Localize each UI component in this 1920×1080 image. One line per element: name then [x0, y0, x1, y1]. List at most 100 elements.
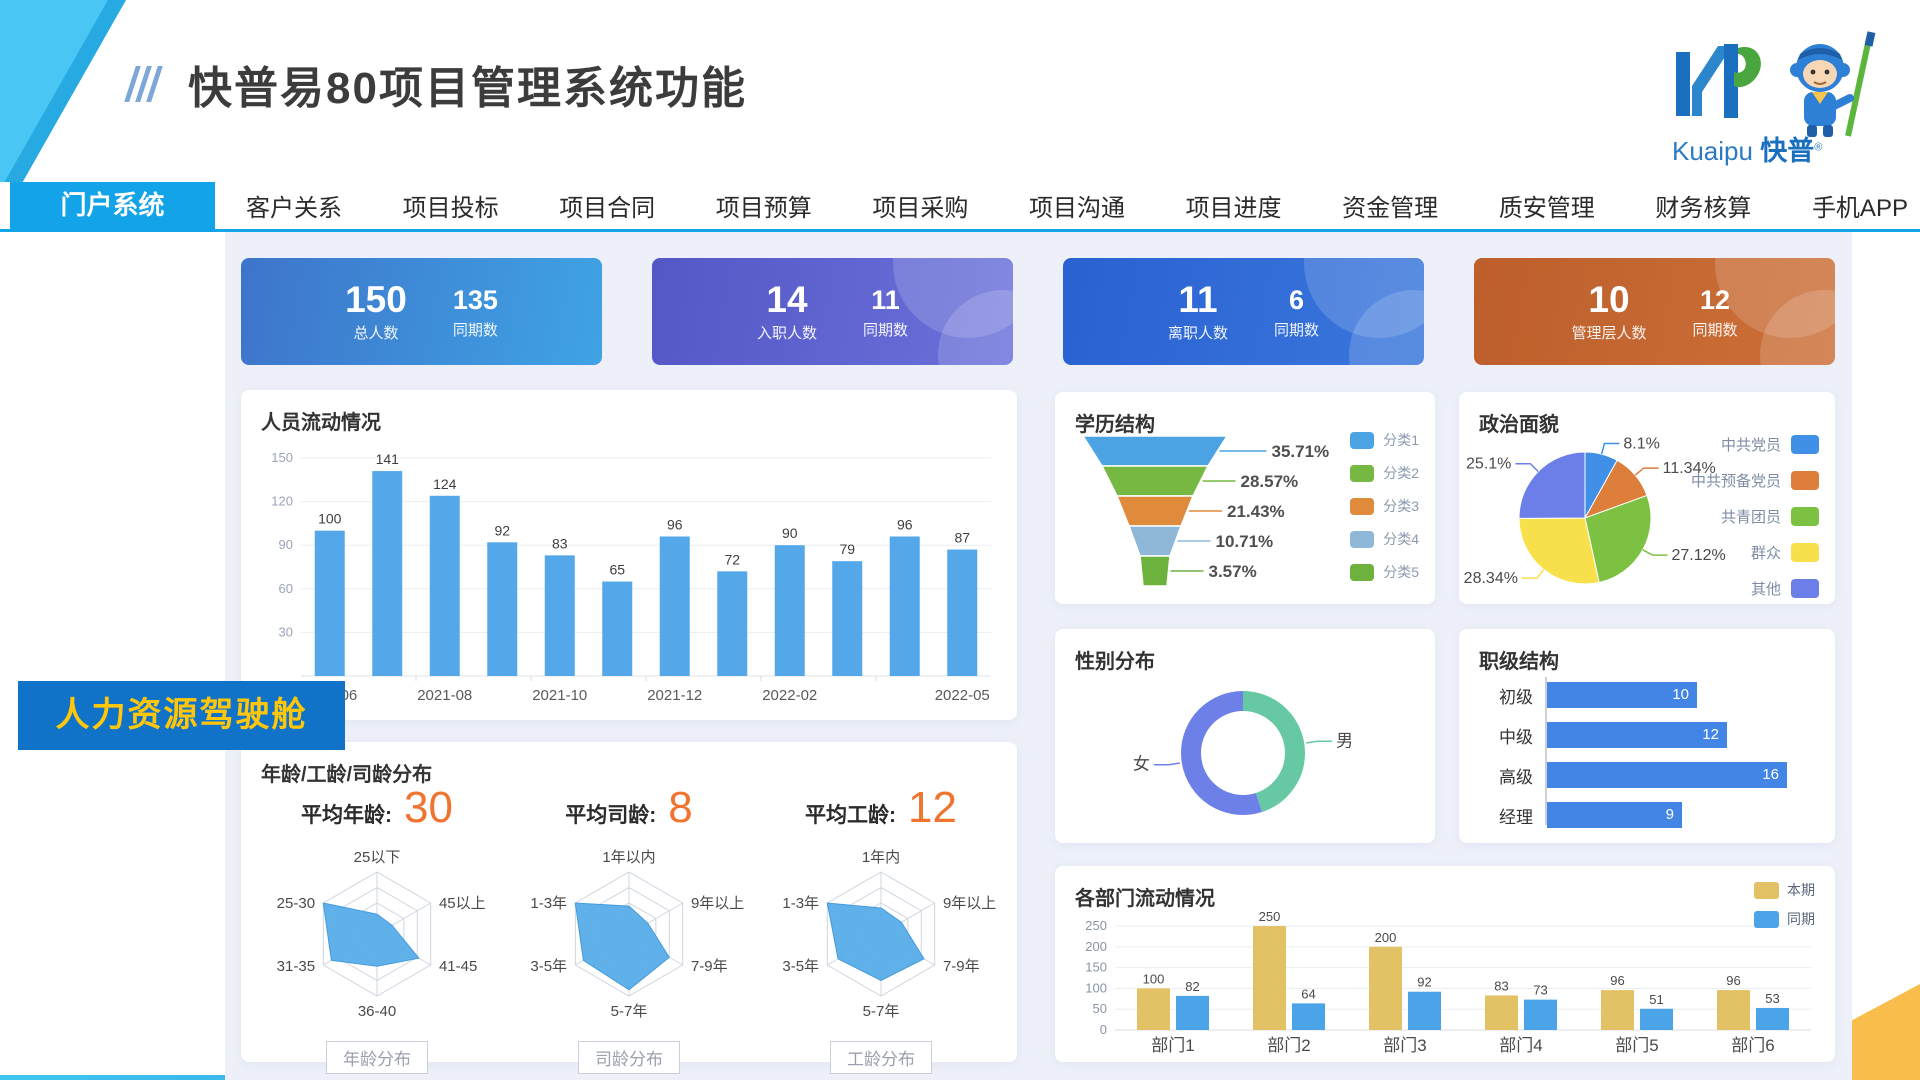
legend-item-其他[interactable]: 其他 [1751, 578, 1819, 599]
svg-text:3-5年: 3-5年 [782, 958, 819, 975]
radar-group: 平均年龄:3025以下45以上41-4536-4031-3525-30年龄分布平… [251, 786, 1007, 1074]
nav-tab-10[interactable]: 财务核算 [1655, 188, 1751, 223]
chart-title: 各部门流动情况 [1055, 866, 1835, 911]
svg-text:96: 96 [897, 516, 913, 532]
kpi-main-value: 150总人数 [345, 280, 407, 343]
legend-item-分类1[interactable]: 分类1 [1350, 430, 1419, 450]
card-politics: 政治面貌 8.1%11.34%27.12%28.34%25.1% 中共党员中共预… [1459, 392, 1835, 604]
kpi-main-value: 10管理层人数 [1571, 280, 1646, 343]
svg-text:部门6: 部门6 [1731, 1036, 1774, 1055]
legend-swatch [1791, 435, 1819, 454]
rank-row-初级: 初级10 [1481, 675, 1811, 715]
nav-tab-7[interactable]: 项目进度 [1186, 188, 1282, 223]
radar-col-2: 平均司龄:81年以内9年以上7-9年5-7年3-5年1-3年司龄分布 [503, 786, 755, 1074]
nav-tab-11[interactable]: 手机APP [1812, 188, 1908, 223]
legend-item-共青团员[interactable]: 共青团员 [1721, 506, 1819, 527]
legend-item-群众[interactable]: 群众 [1751, 542, 1819, 563]
svg-text:124: 124 [433, 476, 457, 492]
svg-text:250: 250 [1085, 918, 1107, 933]
legend-swatch [1791, 507, 1819, 526]
svg-text:25.1%: 25.1% [1466, 456, 1511, 473]
nav-tab-8[interactable]: 资金管理 [1342, 188, 1438, 223]
legend-swatch [1791, 579, 1819, 598]
kpi-card-1: 150总人数135同期数 [241, 258, 602, 365]
svg-text:25以下: 25以下 [354, 849, 401, 866]
nav-tab-4[interactable]: 项目预算 [716, 188, 812, 223]
svg-text:1年以内: 1年以内 [602, 849, 655, 866]
legend-swatch [1791, 543, 1819, 562]
legend-item-中共党员[interactable]: 中共党员 [1721, 434, 1819, 455]
svg-text:0: 0 [1100, 1022, 1107, 1037]
svg-text:21.43%: 21.43% [1227, 502, 1285, 521]
kpi-label: 管理层人数 [1571, 322, 1646, 343]
svg-text:10.71%: 10.71% [1216, 532, 1274, 551]
radar-tag-工龄分布[interactable]: 工龄分布 [830, 1041, 932, 1074]
kpi-value2: 11 [863, 283, 908, 317]
svg-text:100: 100 [318, 511, 342, 527]
rank-label: 中级 [1481, 723, 1533, 748]
hr-cockpit-label: 人力资源驾驶舱 [18, 681, 345, 750]
svg-text:82: 82 [1185, 979, 1199, 994]
nav-tab-3[interactable]: 项目合同 [559, 188, 655, 223]
svg-text:72: 72 [724, 551, 740, 567]
nav-tab-1[interactable]: 客户关系 [246, 188, 342, 223]
card-age-tenure: 年龄/工龄/司龄分布 平均年龄:3025以下45以上41-4536-4031-3… [241, 742, 1017, 1062]
card-education: 学历结构 35.71%28.57%21.43%10.71%3.57% 分类1分类… [1055, 392, 1435, 604]
svg-text:250: 250 [1259, 909, 1281, 924]
svg-text:200: 200 [1085, 939, 1107, 954]
svg-text:96: 96 [667, 516, 683, 532]
legend-item-分类4[interactable]: 分类4 [1350, 529, 1419, 549]
radar-average: 平均工龄:12 [755, 786, 1007, 838]
legend-swatch [1350, 564, 1374, 581]
legend-swatch [1350, 432, 1374, 449]
svg-text:120: 120 [271, 494, 293, 509]
nav-tab-2[interactable]: 项目投标 [403, 188, 499, 223]
nav-tab-9[interactable]: 质安管理 [1499, 188, 1595, 223]
nav-tab-6[interactable]: 项目沟通 [1029, 188, 1125, 223]
legend-item-分类5[interactable]: 分类5 [1350, 562, 1419, 582]
radar-chart-1: 25以下45以上41-4536-4031-3525-30 [251, 838, 503, 1038]
kpi-label2: 同期数 [1274, 319, 1319, 340]
rank-value: 10 [1672, 682, 1689, 708]
legend-label: 分类3 [1383, 496, 1419, 516]
legend-label: 分类5 [1383, 562, 1419, 582]
nav-tab-5[interactable]: 项目采购 [872, 188, 968, 223]
radar-avg-value: 30 [404, 786, 453, 830]
svg-text:部门1: 部门1 [1151, 1036, 1194, 1055]
legend-swatch [1754, 911, 1779, 928]
card-gender: 性别分布 男女 [1055, 629, 1435, 843]
card-rank: 职级结构 初级10中级12高级16经理9 [1459, 629, 1835, 843]
svg-text:50: 50 [1093, 1001, 1107, 1016]
kpi-value2: 12 [1693, 283, 1738, 317]
kpi-card-3: 11离职人数6同期数 [1063, 258, 1424, 365]
kpi-card-2: 14入职人数11同期数 [652, 258, 1013, 365]
radar-tag-司龄分布[interactable]: 司龄分布 [578, 1041, 680, 1074]
svg-text:45以上: 45以上 [439, 895, 486, 912]
svg-text:100: 100 [1085, 980, 1107, 995]
card-dept-flow: 各部门流动情况 05010015020025010082部门125064部门22… [1055, 866, 1835, 1062]
legend-item-中共预备党员[interactable]: 中共预备党员 [1691, 470, 1819, 491]
politics-pie-chart: 8.1%11.34%27.12%28.34%25.1% [1481, 430, 1701, 600]
legend-label: 分类2 [1383, 463, 1419, 483]
svg-text:36-40: 36-40 [358, 1003, 396, 1020]
legend-label: 同期 [1787, 909, 1815, 929]
svg-text:92: 92 [1417, 975, 1431, 990]
legend-item-本期[interactable]: 本期 [1754, 880, 1815, 900]
radar-avg-label: 平均工龄: [805, 799, 896, 829]
legend-item-分类2[interactable]: 分类2 [1350, 463, 1419, 483]
radar-col-1: 平均年龄:3025以下45以上41-4536-4031-3525-30年龄分布 [251, 786, 503, 1074]
svg-text:141: 141 [376, 451, 400, 467]
legend-item-分类3[interactable]: 分类3 [1350, 496, 1419, 516]
kp-monogram-icon [1672, 30, 1764, 130]
education-funnel-chart: 35.71%28.57%21.43%10.71%3.57% [1069, 432, 1329, 600]
svg-text:9年以上: 9年以上 [691, 895, 744, 912]
kpi-label2: 同期数 [863, 319, 908, 340]
svg-text:90: 90 [782, 525, 798, 541]
svg-text:2022-02: 2022-02 [762, 687, 817, 704]
nav-tab-portal[interactable]: 门户系统 [10, 182, 215, 229]
rank-bar: 10 [1547, 682, 1697, 708]
radar-tag-年龄分布[interactable]: 年龄分布 [326, 1041, 428, 1074]
radar-avg-label: 平均司龄: [565, 799, 656, 829]
svg-text:53: 53 [1765, 991, 1779, 1006]
legend-item-同期[interactable]: 同期 [1754, 909, 1815, 929]
